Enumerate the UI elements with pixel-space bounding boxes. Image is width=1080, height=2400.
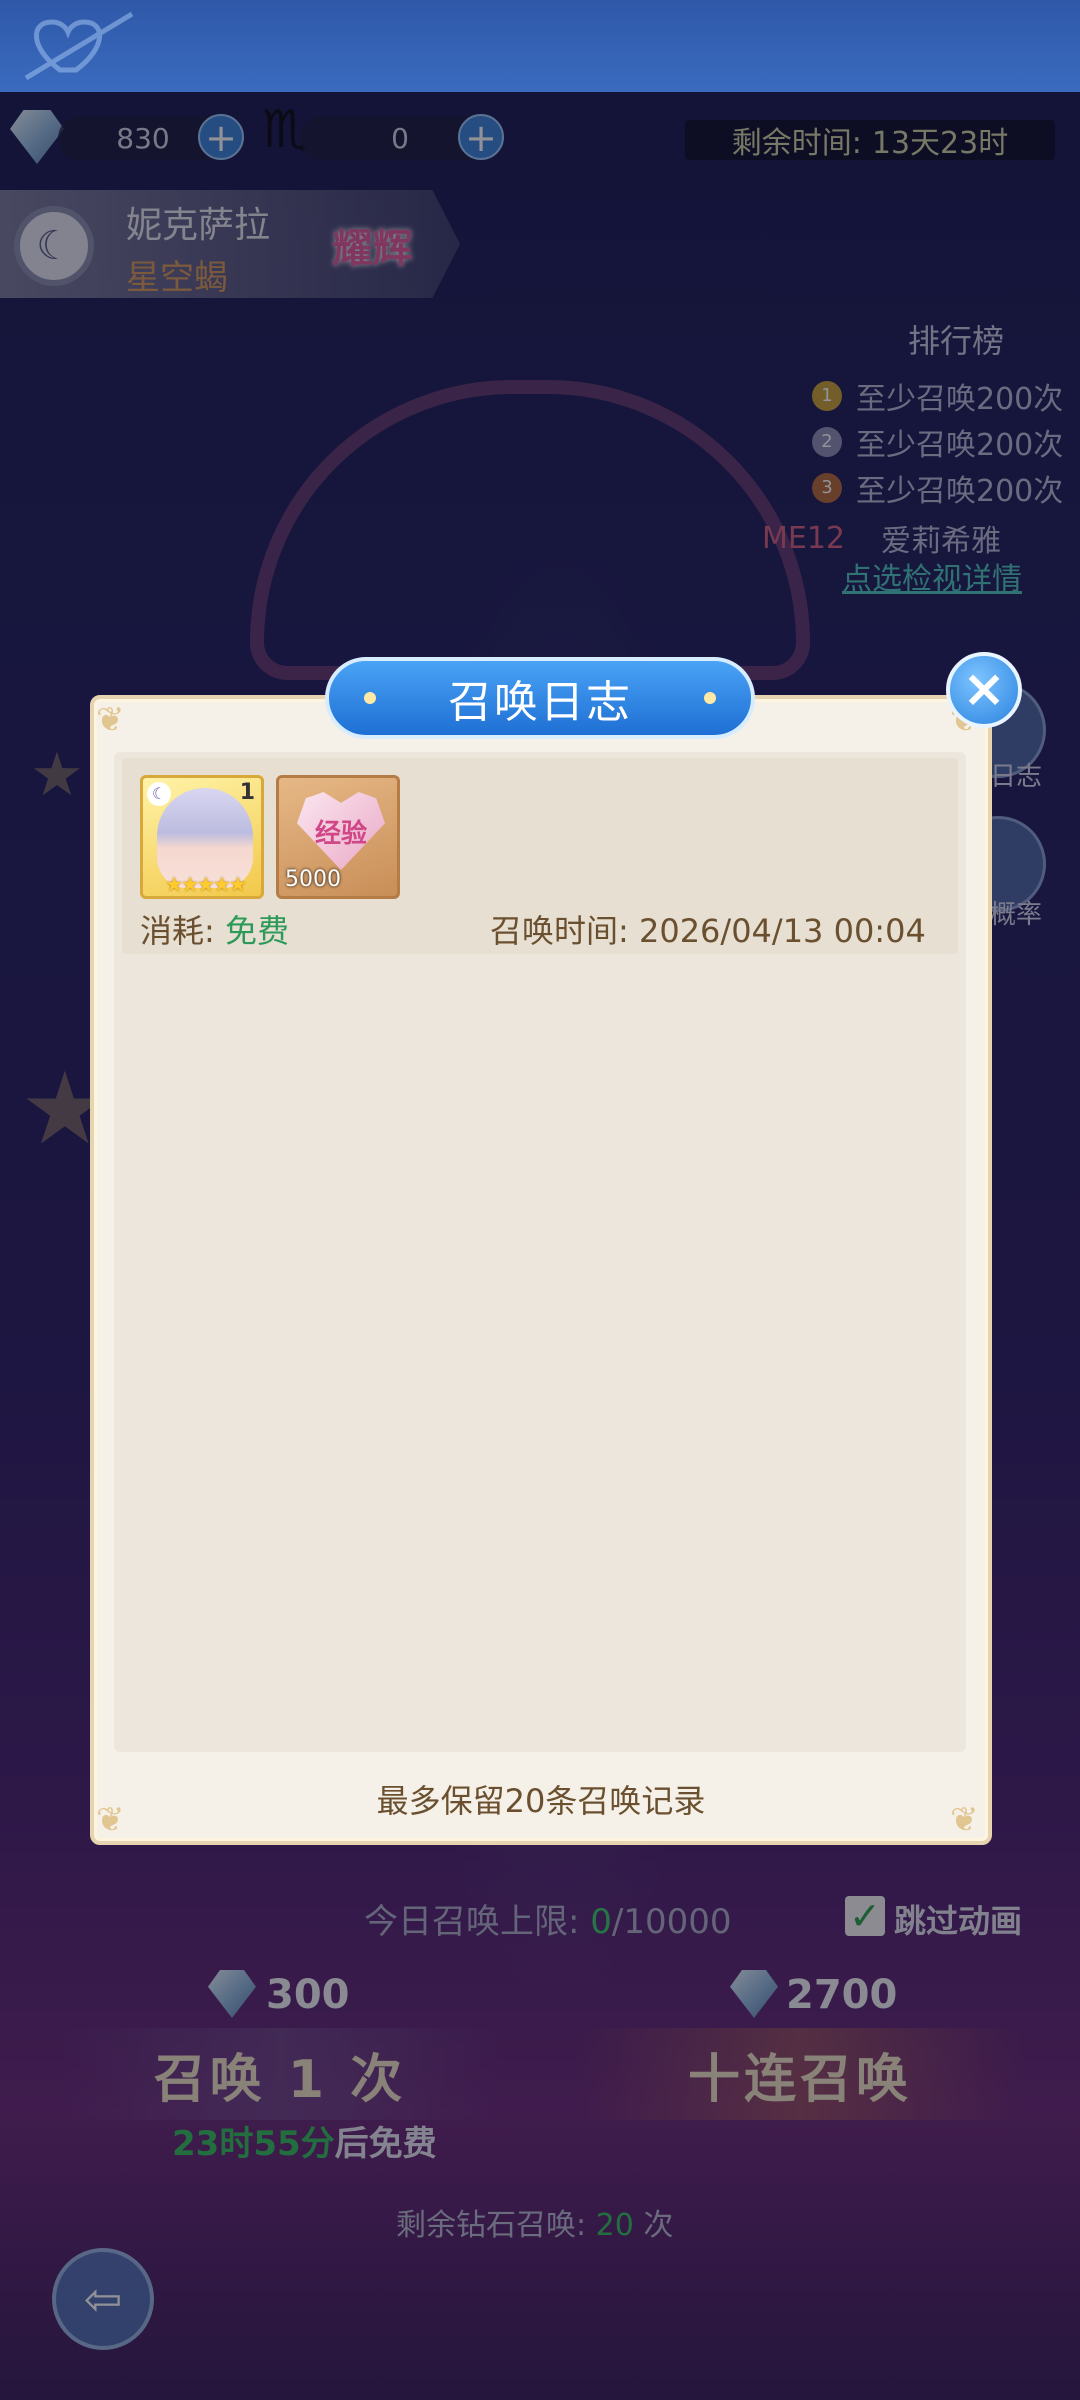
reward-count: 1 bbox=[239, 780, 255, 805]
close-icon: × bbox=[962, 659, 1006, 719]
consume-info: 消耗: 免费 bbox=[140, 912, 289, 950]
dialog-title: 召唤日志 bbox=[448, 677, 632, 728]
log-retention-note: 最多保留20条召唤记录 bbox=[376, 1782, 706, 1820]
exp-reward-card[interactable]: 经验 5000 bbox=[276, 775, 400, 899]
heart-arrow-logo bbox=[24, 11, 134, 81]
summon-time: 召唤时间: 2026/04/13 00:04 bbox=[490, 912, 926, 950]
top-bar bbox=[0, 0, 1080, 92]
reward-count: 5000 bbox=[285, 867, 341, 892]
star-rating: ★★★★★ bbox=[165, 872, 247, 896]
corner-ornament: ❦ bbox=[96, 700, 125, 740]
exp-heart-icon: 经验 bbox=[297, 792, 385, 870]
moon-element-icon: ☾ bbox=[147, 782, 171, 806]
title-dot-icon bbox=[704, 692, 716, 704]
close-button[interactable]: × bbox=[946, 652, 1022, 728]
character-reward-card[interactable]: ☾ 1 ★★★★★ bbox=[140, 775, 264, 899]
dialog-title-banner: 召唤日志 bbox=[325, 657, 755, 739]
title-dot-icon bbox=[364, 692, 376, 704]
